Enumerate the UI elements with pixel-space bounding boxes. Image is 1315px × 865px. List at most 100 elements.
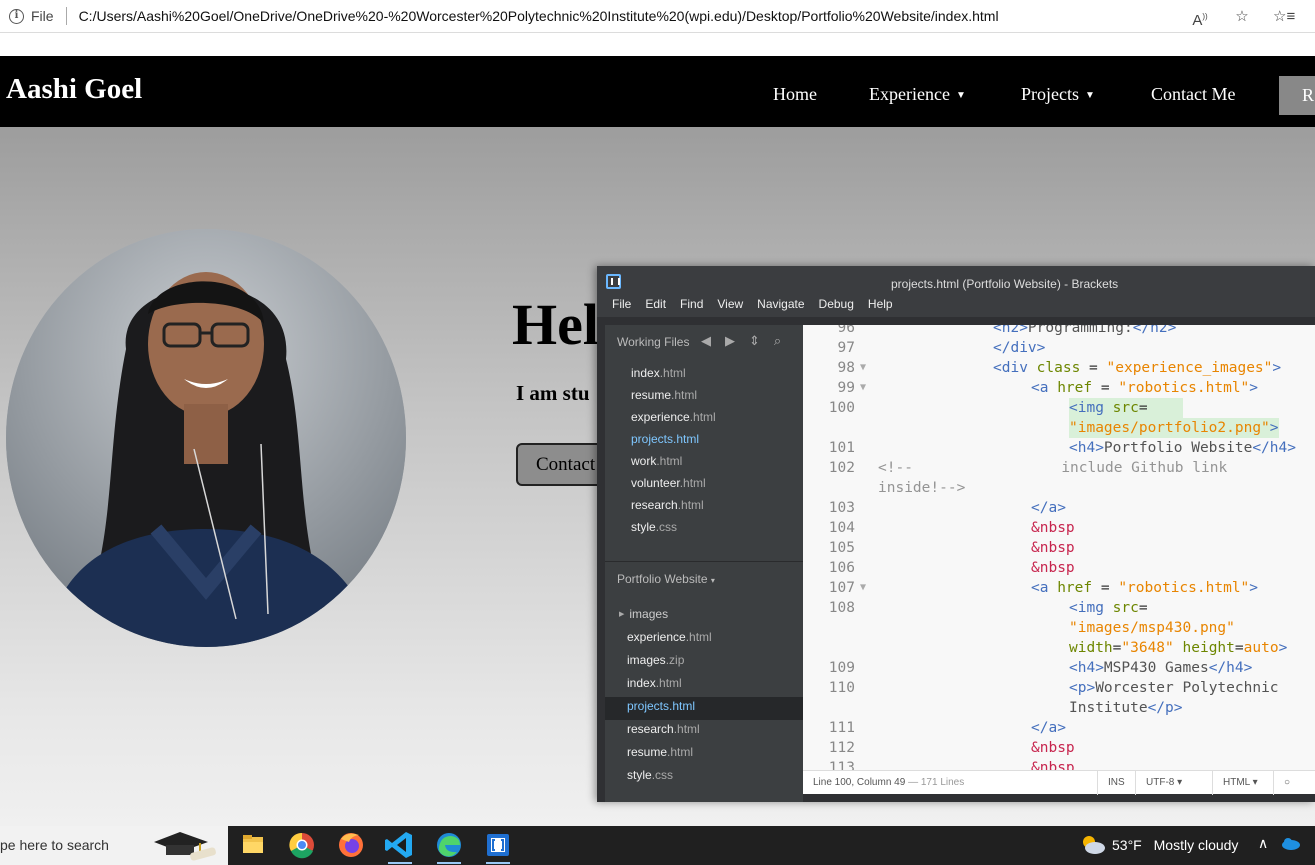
file-name: projects — [627, 699, 670, 713]
taskbar-vscode[interactable] — [378, 826, 422, 865]
file-ext: .html — [659, 366, 686, 380]
read-aloud-icon[interactable]: A)) — [1189, 6, 1211, 29]
file-ext: .html — [677, 498, 704, 512]
nav-home[interactable]: Home — [773, 84, 817, 105]
working-files-list: index.html resume.html experience.html p… — [631, 365, 716, 541]
insert-mode-toggle[interactable]: INS — [1097, 771, 1135, 795]
file-name: style — [631, 520, 656, 534]
file-ext: .css — [655, 520, 678, 534]
screen: i File C:/Users/Aashi%20Goel/OneDrive/On… — [0, 0, 1315, 865]
language-select[interactable]: HTML ▾ — [1212, 771, 1273, 795]
file-name: resume — [627, 745, 668, 759]
tree-file-research[interactable]: research.html — [605, 720, 803, 743]
nav-contact-label: Contact Me — [1151, 84, 1236, 104]
site-navbar: Aashi Goel Home Experience ▼ Projects ▼ Co… — [0, 56, 1315, 127]
edge-icon — [437, 833, 461, 857]
split-view-icon[interactable]: ⇕ — [749, 333, 760, 349]
working-file-index[interactable]: index.html — [631, 365, 716, 387]
menu-view[interactable]: View — [717, 293, 743, 317]
menu-debug[interactable]: Debug — [819, 293, 854, 317]
tree-file-projects[interactable]: projects.html — [605, 697, 803, 720]
file-ext: .css — [651, 768, 674, 782]
working-file-projects[interactable]: projects.html — [631, 431, 716, 453]
vscode-icon — [385, 832, 412, 858]
fold-arrow-icon[interactable]: ▼ — [860, 358, 866, 378]
tree-file-resume[interactable]: resume.html — [605, 743, 803, 766]
file-ext: .html — [655, 676, 682, 690]
fold-arrow-icon[interactable]: ▼ — [860, 378, 866, 398]
menu-find[interactable]: Find — [680, 293, 703, 317]
file-ext: .html — [671, 388, 698, 402]
site-brand[interactable]: Aashi Goel — [6, 73, 142, 106]
file-ext: .html — [673, 432, 700, 446]
weather-widget[interactable]: 53°F Mostly cloudy — [1082, 836, 1239, 854]
tree-file-images-zip[interactable]: images.zip — [605, 651, 803, 674]
taskbar-firefox[interactable] — [329, 826, 373, 865]
project-name: Portfolio Website — [617, 572, 708, 586]
tree-file-experience[interactable]: experience.html — [605, 628, 803, 651]
linter-status-icon[interactable]: ○ — [1273, 771, 1315, 795]
add-favorite-icon[interactable]: ☆ — [1231, 6, 1253, 28]
cursor-position: Line 100, Column 49 — 171 Lines — [813, 777, 964, 788]
nav-projects[interactable]: Projects ▼ — [1021, 84, 1095, 105]
file-ext: .html — [679, 476, 706, 490]
taskbar-search-box[interactable]: pe here to search — [0, 826, 228, 865]
menu-file[interactable]: File — [612, 293, 631, 317]
cloudy-weather-icon — [1083, 836, 1105, 854]
chevron-up-icon[interactable]: ∧ — [1258, 835, 1268, 851]
nav-back-icon[interactable]: ◀ — [701, 333, 711, 349]
file-ext: .html — [669, 699, 696, 713]
menu-edit[interactable]: Edit — [645, 293, 666, 317]
line-count: — 171 Lines — [908, 777, 965, 788]
fold-arrow-icon[interactable]: ▼ — [860, 578, 866, 598]
info-icon[interactable]: i — [9, 8, 24, 24]
brackets-app-icon — [606, 274, 621, 289]
file-ext: .html — [656, 454, 683, 468]
tree-folder-images[interactable]: ▶ images — [605, 605, 803, 628]
search-icon[interactable]: ⌕ — [774, 333, 781, 349]
nav-experience[interactable]: Experience ▼ — [869, 84, 966, 105]
taskbar-file-explorer[interactable] — [231, 826, 275, 865]
folder-expand-icon: ▶ — [619, 611, 625, 618]
menu-navigate[interactable]: Navigate — [757, 293, 804, 317]
file-ext: .html — [673, 722, 700, 736]
file-ext: .zip — [665, 653, 685, 667]
working-file-volunteer[interactable]: volunteer.html — [631, 475, 716, 497]
working-file-research[interactable]: research.html — [631, 497, 716, 519]
favorites-icon[interactable]: ☆≡ — [1273, 6, 1295, 28]
profile-photo — [6, 229, 406, 647]
cursor-line-col: Line 100, Column 49 — [813, 777, 906, 788]
active-indicator — [437, 862, 461, 864]
working-file-work[interactable]: work.html — [631, 453, 716, 475]
url-field[interactable]: C:/Users/Aashi%20Goel/OneDrive/OneDrive%… — [79, 8, 999, 24]
nav-home-label: Home — [773, 84, 817, 104]
code-editor[interactable]: 96 <h2>Programming:</h2> 97 </div> 98 ▼ <div… — [803, 325, 1315, 770]
taskbar-brackets[interactable] — [476, 826, 520, 865]
file-name: volunteer — [631, 476, 680, 490]
tree-file-style[interactable]: style.css — [605, 766, 803, 789]
graduation-cap-icon — [154, 832, 216, 861]
working-file-resume[interactable]: resume.html — [631, 387, 716, 409]
onedrive-icon[interactable] — [1280, 836, 1301, 850]
file-name: index — [631, 366, 660, 380]
encoding-select[interactable]: UTF-8 ▾ — [1135, 771, 1212, 795]
file-name: work — [631, 454, 657, 468]
resume-nav-button[interactable]: R — [1279, 76, 1315, 115]
menu-help[interactable]: Help — [868, 293, 893, 317]
tree-file-index[interactable]: index.html — [605, 674, 803, 697]
file-ext: .html — [667, 745, 694, 759]
firefox-icon — [339, 833, 363, 857]
file-name: resume — [631, 388, 672, 402]
nav-contact[interactable]: Contact Me — [1151, 84, 1235, 105]
working-file-style[interactable]: style.css — [631, 519, 716, 541]
weather-condition: Mostly cloudy — [1153, 837, 1239, 853]
taskbar-edge[interactable] — [427, 826, 471, 865]
site-info-label[interactable]: File — [31, 8, 54, 24]
nav-projects-label: Projects — [1021, 84, 1079, 104]
nav-forward-icon[interactable]: ▶ — [725, 333, 735, 349]
project-dropdown[interactable]: Portfolio Website ▾ — [617, 572, 715, 586]
search-placeholder: pe here to search — [0, 837, 109, 853]
file-name: style — [627, 768, 652, 782]
working-file-experience[interactable]: experience.html — [631, 409, 716, 431]
taskbar-chrome[interactable] — [280, 826, 324, 865]
